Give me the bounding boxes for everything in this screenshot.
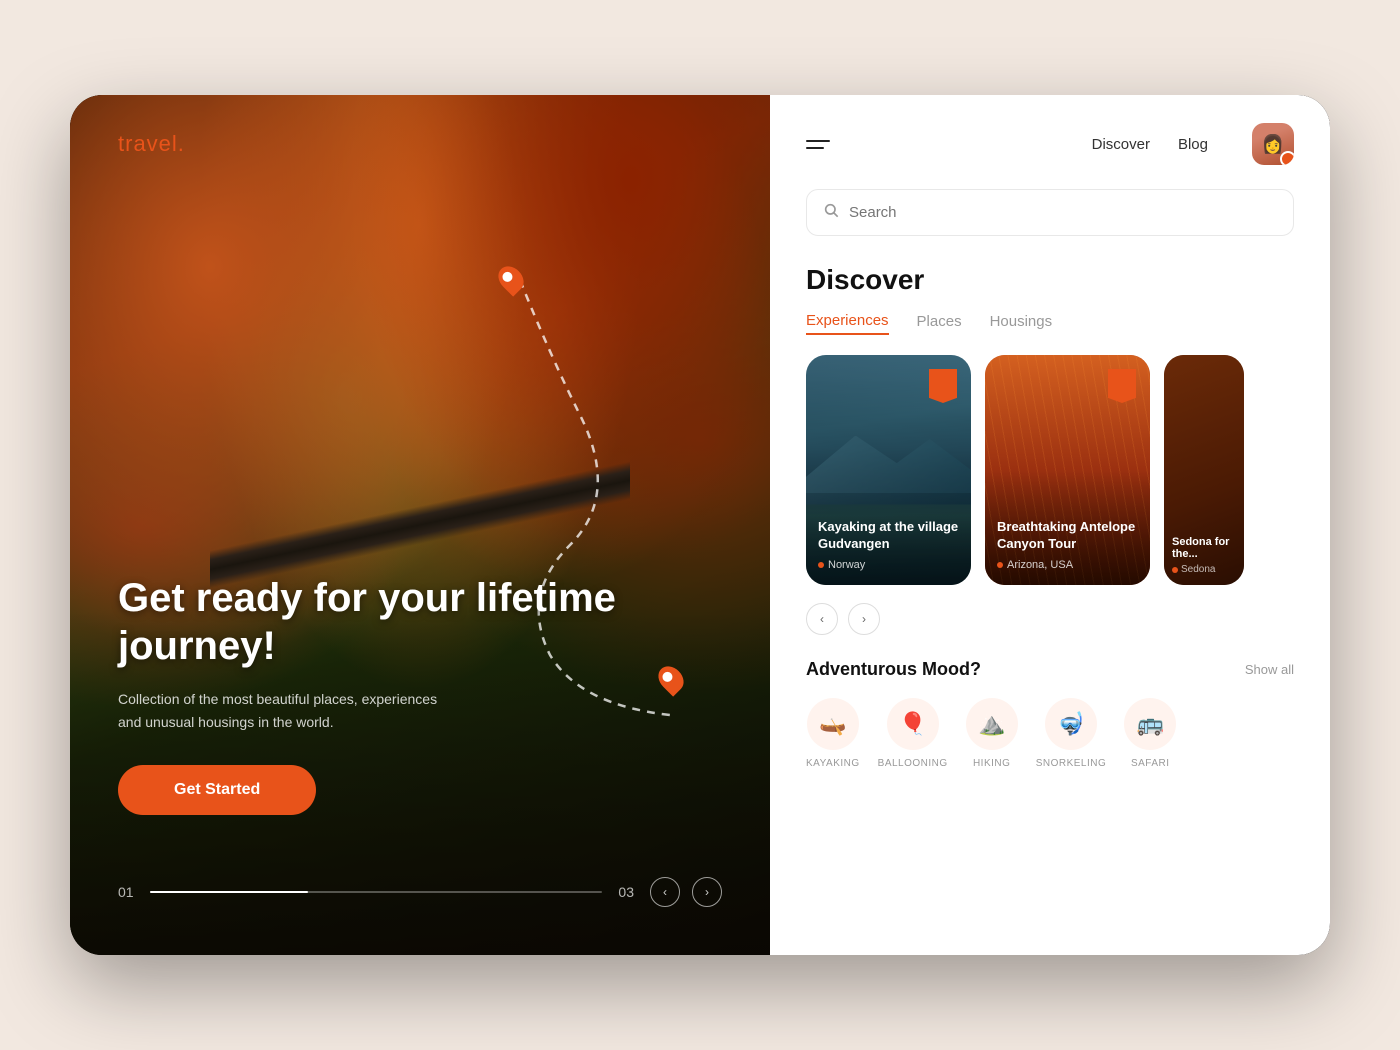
location-text-2: Arizona, USA bbox=[1007, 559, 1073, 571]
card-location-sedona: Sedona bbox=[1172, 564, 1236, 575]
slide-controls: 01 03 ‹ › bbox=[118, 877, 722, 907]
discover-title: Discover bbox=[806, 264, 1294, 296]
card-info-kayaking: Kayaking at the village Gudvangen Norway bbox=[806, 507, 971, 585]
hamburger-line-2 bbox=[806, 147, 824, 149]
location-dot-1 bbox=[818, 562, 824, 568]
carousel-arrows: ‹ › bbox=[806, 603, 1294, 635]
snorkeling-label: SNORKELING bbox=[1036, 758, 1107, 769]
brand-name: travel bbox=[118, 131, 178, 156]
card-title-kayaking: Kayaking at the village Gudvangen bbox=[818, 519, 959, 553]
prev-slide-button[interactable]: ‹ bbox=[650, 877, 680, 907]
mood-snorkeling[interactable]: 🤿 SNORKELING bbox=[1036, 698, 1107, 769]
next-slide-button[interactable]: › bbox=[692, 877, 722, 907]
brand-logo: travel. bbox=[118, 131, 185, 157]
carousel-next[interactable]: › bbox=[848, 603, 880, 635]
mood-ballooning[interactable]: 🎈 BALLOONING bbox=[878, 698, 948, 769]
tab-experiences[interactable]: Experiences bbox=[806, 312, 889, 335]
hamburger-menu[interactable] bbox=[806, 140, 830, 149]
location-dot-2 bbox=[997, 562, 1003, 568]
card-sedona[interactable]: Sedona for the... Sedona bbox=[1164, 355, 1244, 585]
mood-header: Adventurous Mood? Show all bbox=[806, 659, 1294, 680]
hero-title: Get ready for your lifetime journey! bbox=[118, 574, 722, 670]
card-antelope[interactable]: Breathtaking Antelope Canyon Tour Arizon… bbox=[985, 355, 1150, 585]
ballooning-label: BALLOONING bbox=[878, 758, 948, 769]
brand-dot: . bbox=[178, 131, 185, 156]
right-panel: Discover Blog 👩 Discover Experiences Pla… bbox=[770, 95, 1330, 955]
hiking-label: HIKING bbox=[973, 758, 1010, 769]
location-text-1: Norway bbox=[828, 559, 865, 571]
slide-bar-fill bbox=[150, 891, 308, 893]
hiking-icon: ⛰️ bbox=[966, 698, 1018, 750]
card-kayaking[interactable]: Kayaking at the village Gudvangen Norway bbox=[806, 355, 971, 585]
card-title-sedona: Sedona for the... bbox=[1172, 536, 1236, 560]
safari-icon: 🚌 bbox=[1124, 698, 1176, 750]
nav-blog[interactable]: Blog bbox=[1178, 136, 1208, 153]
slide-progress-bar bbox=[150, 891, 603, 893]
card-info-antelope: Breathtaking Antelope Canyon Tour Arizon… bbox=[985, 507, 1150, 585]
left-panel: travel. Get ready for your lifetime jour… bbox=[70, 95, 770, 955]
search-input[interactable] bbox=[849, 204, 1277, 221]
card-location-kayaking: Norway bbox=[818, 559, 959, 571]
ballooning-icon: 🎈 bbox=[887, 698, 939, 750]
hero-content: Get ready for your lifetime journey! Col… bbox=[118, 574, 722, 815]
mood-icons: 🛶 KAYAKING 🎈 BALLOONING ⛰️ HIKING 🤿 SNOR… bbox=[806, 698, 1294, 769]
card-location-antelope: Arizona, USA bbox=[997, 559, 1138, 571]
slide-end: 03 bbox=[618, 884, 634, 900]
mood-hiking[interactable]: ⛰️ HIKING bbox=[966, 698, 1018, 769]
avatar[interactable]: 👩 bbox=[1252, 123, 1294, 165]
device-frame: travel. Get ready for your lifetime jour… bbox=[70, 95, 1330, 955]
discover-tabs: Experiences Places Housings bbox=[806, 312, 1294, 335]
mood-kayaking[interactable]: 🛶 KAYAKING bbox=[806, 698, 860, 769]
slide-arrows: ‹ › bbox=[650, 877, 722, 907]
bookmark-antelope bbox=[1108, 369, 1136, 403]
card-title-antelope: Breathtaking Antelope Canyon Tour bbox=[997, 519, 1138, 553]
search-box bbox=[806, 189, 1294, 236]
avatar-image: 👩 bbox=[1252, 123, 1294, 165]
tab-housings[interactable]: Housings bbox=[990, 313, 1053, 334]
card-info-sedona: Sedona for the... Sedona bbox=[1164, 526, 1244, 585]
carousel-prev[interactable]: ‹ bbox=[806, 603, 838, 635]
mood-safari[interactable]: 🚌 SAFARI bbox=[1124, 698, 1176, 769]
location-dot-3 bbox=[1172, 567, 1178, 573]
tab-places[interactable]: Places bbox=[917, 313, 962, 334]
location-text-3: Sedona bbox=[1181, 564, 1215, 575]
kayaking-label: KAYAKING bbox=[806, 758, 860, 769]
show-all-button[interactable]: Show all bbox=[1245, 662, 1294, 677]
nav-bar: Discover Blog 👩 bbox=[806, 123, 1294, 165]
hamburger-line-1 bbox=[806, 140, 830, 142]
kayaking-icon: 🛶 bbox=[807, 698, 859, 750]
snorkeling-icon: 🤿 bbox=[1045, 698, 1097, 750]
nav-links: Discover Blog 👩 bbox=[1092, 123, 1294, 165]
cards-row: Kayaking at the village Gudvangen Norway… bbox=[806, 355, 1294, 585]
get-started-button[interactable]: Get Started bbox=[118, 765, 316, 815]
slide-start: 01 bbox=[118, 884, 134, 900]
bookmark-kayaking bbox=[929, 369, 957, 403]
nav-discover[interactable]: Discover bbox=[1092, 136, 1150, 153]
hero-subtitle: Collection of the most beautiful places,… bbox=[118, 688, 438, 733]
forest-overlay bbox=[70, 95, 770, 955]
search-icon bbox=[823, 202, 839, 223]
map-pin-top bbox=[500, 265, 522, 293]
mood-title: Adventurous Mood? bbox=[806, 659, 981, 680]
safari-label: SAFARI bbox=[1131, 758, 1170, 769]
